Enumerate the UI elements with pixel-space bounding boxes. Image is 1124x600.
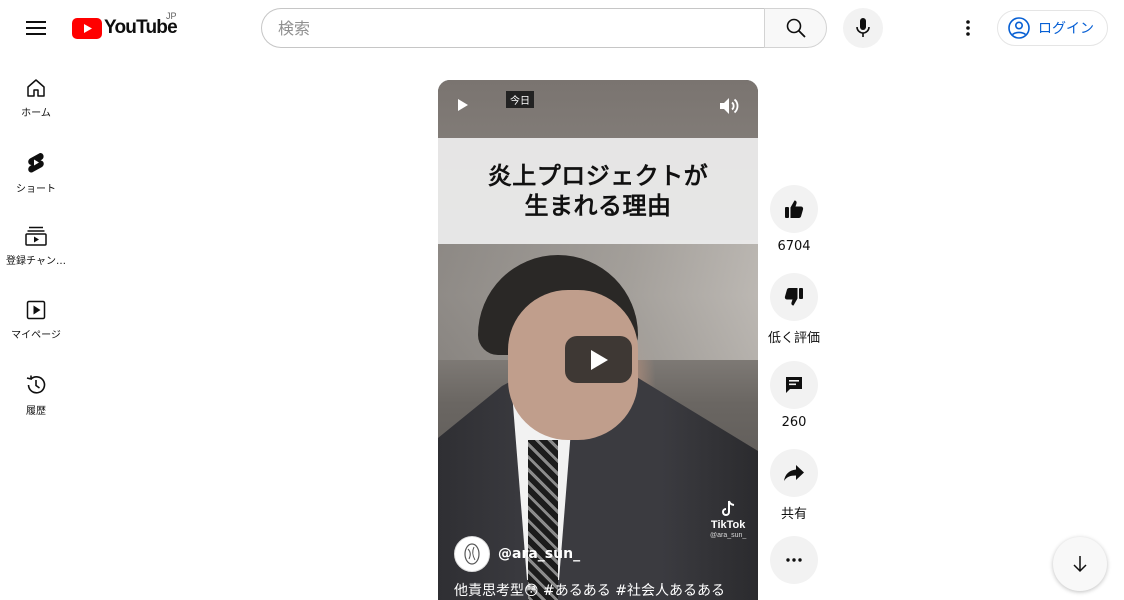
share-arrow-icon	[784, 465, 804, 481]
tiktok-watermark-name: TikTok	[710, 519, 746, 531]
volume-icon	[720, 98, 739, 114]
shorts-icon	[28, 152, 44, 173]
caption-line-2: 生まれる理由	[524, 192, 672, 220]
channel-name[interactable]: @ara_sun_	[498, 546, 580, 562]
dislike-action: 低く評価	[768, 273, 821, 346]
comment-count: 260	[781, 415, 807, 430]
sign-in-button[interactable]: ログイン	[997, 10, 1108, 46]
next-video-button[interactable]	[1053, 537, 1107, 591]
tiktok-watermark: TikTok @ara_sun_	[710, 500, 746, 539]
sidebar-item-subscriptions[interactable]: 登録チャン…	[0, 204, 72, 278]
like-action: 6704	[770, 185, 818, 254]
thumbs-up-icon	[785, 200, 804, 218]
like-button[interactable]	[770, 185, 818, 233]
sign-in-label: ログイン	[1038, 21, 1094, 37]
comments-button[interactable]	[770, 361, 818, 409]
region-code: JP	[166, 11, 177, 21]
avatar-drawing-icon	[464, 543, 480, 565]
share-button[interactable]	[770, 449, 818, 497]
sidebar-item-history[interactable]: 履歴	[0, 352, 72, 426]
account-circle-icon	[1008, 17, 1030, 39]
share-action: 共有	[770, 449, 818, 522]
masthead: YouTube JP ログイン	[0, 0, 1124, 56]
history-icon	[26, 375, 46, 394]
home-icon	[27, 79, 45, 97]
more-actions	[770, 536, 818, 584]
arrow-down-icon	[1073, 556, 1087, 573]
sidebar-item-label: マイページ	[11, 330, 61, 341]
more-actions-button[interactable]	[770, 536, 818, 584]
shorts-video-player[interactable]: 炎上プロジェクトが 生まれる理由 今日 TikTok @ara_sun_ @ar…	[438, 80, 758, 600]
sidebar-item-home[interactable]: ホーム	[0, 56, 72, 130]
dislike-label: 低く評価	[768, 331, 821, 346]
volume-button[interactable]	[718, 96, 740, 120]
center-play-button[interactable]	[565, 336, 632, 383]
hamburger-icon	[26, 21, 46, 35]
subscriptions-icon	[25, 226, 47, 246]
date-badge: 今日	[506, 91, 534, 108]
play-icon	[590, 349, 608, 370]
video-caption-overlay: 炎上プロジェクトが 生まれる理由	[438, 138, 758, 244]
microphone-icon	[856, 18, 870, 37]
video-person-tie	[528, 440, 558, 600]
library-icon	[26, 300, 46, 320]
tiktok-logo-icon	[722, 500, 735, 516]
settings-more-button[interactable]	[948, 8, 988, 48]
youtube-logo[interactable]: YouTube	[72, 16, 178, 40]
guide-menu-button[interactable]	[16, 8, 56, 48]
sidebar-item-shorts[interactable]: ショート	[0, 130, 72, 204]
sidebar-item-label: 登録チャン…	[6, 256, 66, 267]
play-icon	[458, 99, 468, 111]
thumbs-down-icon	[784, 288, 803, 306]
comment-icon	[786, 377, 802, 393]
search-button[interactable]	[764, 8, 827, 48]
dislike-button[interactable]	[770, 273, 818, 321]
channel-info[interactable]: @ara_sun_	[454, 536, 580, 572]
horizontal-dots-icon	[786, 558, 802, 562]
comment-action: 260	[770, 361, 818, 430]
sidebar-item-label: 履歴	[26, 406, 46, 417]
vertical-dots-icon	[966, 20, 970, 36]
sidebar-item-library[interactable]: マイページ	[0, 278, 72, 352]
channel-avatar[interactable]	[454, 536, 490, 572]
share-label: 共有	[780, 507, 807, 522]
caption-line-1: 炎上プロジェクトが	[487, 162, 709, 190]
search-box	[261, 8, 764, 48]
voice-search-button[interactable]	[843, 8, 883, 48]
tiktok-watermark-handle: @ara_sun_	[710, 532, 747, 539]
sidebar-item-label: ショート	[16, 184, 56, 195]
sidebar-item-label: ホーム	[21, 108, 51, 119]
youtube-play-logo-icon	[72, 17, 102, 39]
video-description[interactable]: 他責思考型😳 #あるある #社会人あるある	[454, 580, 725, 600]
like-count: 6704	[777, 239, 811, 254]
play-toggle-button[interactable]	[456, 97, 470, 117]
mini-guide: ホーム ショート 登録チャン… マイページ 履歴	[0, 56, 72, 426]
search-icon	[786, 18, 806, 38]
search-input[interactable]	[262, 9, 764, 47]
